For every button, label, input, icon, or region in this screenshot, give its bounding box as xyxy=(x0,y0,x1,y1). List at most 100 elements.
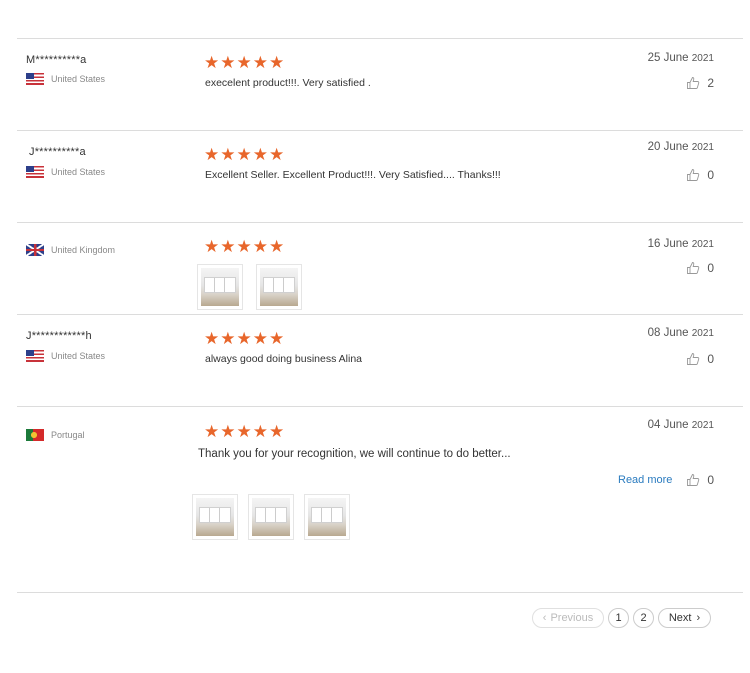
review-date-year: 2021 xyxy=(691,420,714,431)
reviewer-country: United States xyxy=(26,349,105,362)
review-date-year: 2021 xyxy=(691,53,714,64)
review-date: 08 June 2021 xyxy=(648,327,714,339)
star-icon: ★ xyxy=(204,237,220,256)
star-icon: ★ xyxy=(204,329,220,348)
thumbs-up-icon[interactable] xyxy=(686,76,700,90)
review-date-day: 20 June xyxy=(647,141,689,153)
review-date-year: 2021 xyxy=(691,239,714,250)
review-text: Thank you for your recognition, we will … xyxy=(198,448,511,460)
review-date: 20 June 2021 xyxy=(648,141,714,153)
like-count: 0 xyxy=(707,352,714,366)
review-date: 04 June 2021 xyxy=(648,419,714,431)
review-text: execelent product!!!. Very satisfied . xyxy=(205,77,371,89)
flag-us-icon xyxy=(26,349,44,362)
like-count: 0 xyxy=(707,168,714,182)
like-count: 0 xyxy=(707,261,714,275)
review-photo[interactable] xyxy=(304,494,350,540)
star-icon: ★ xyxy=(204,145,220,164)
star-icon: ★ xyxy=(269,237,285,256)
like-button[interactable]: 0 xyxy=(686,168,714,182)
review-photo[interactable] xyxy=(248,494,294,540)
star-icon: ★ xyxy=(236,53,252,72)
thumbs-up-icon[interactable] xyxy=(686,168,700,182)
page-button-1[interactable]: 1 xyxy=(608,608,629,628)
reviewer-name: J**********a xyxy=(29,146,86,158)
star-icon: ★ xyxy=(236,237,252,256)
previous-page-button[interactable]: ‹ Previous xyxy=(532,608,604,628)
read-more-link[interactable]: Read more xyxy=(618,474,672,486)
star-icon: ★ xyxy=(252,329,268,348)
reviewer-name: M**********a xyxy=(26,54,87,66)
divider xyxy=(17,592,743,593)
country-label: United Kingdom xyxy=(51,244,116,255)
star-icon: ★ xyxy=(269,422,285,441)
star-icon: ★ xyxy=(220,237,236,256)
previous-label: Previous xyxy=(550,612,594,624)
like-count: 2 xyxy=(707,76,714,90)
star-icon: ★ xyxy=(252,145,268,164)
flag-uk-icon xyxy=(26,243,44,256)
thumbs-up-icon[interactable] xyxy=(686,352,700,366)
star-icon: ★ xyxy=(269,329,285,348)
review-photo[interactable] xyxy=(256,264,302,310)
star-rating: ★ ★ ★ ★ ★ xyxy=(204,423,284,440)
divider xyxy=(17,130,743,131)
star-icon: ★ xyxy=(252,237,268,256)
divider xyxy=(17,314,743,315)
reviewer-name: J************h xyxy=(26,330,92,342)
star-rating: ★ ★ ★ ★ ★ xyxy=(204,330,284,347)
star-icon: ★ xyxy=(220,145,236,164)
star-icon: ★ xyxy=(269,145,285,164)
divider xyxy=(17,222,743,223)
star-icon: ★ xyxy=(204,422,220,441)
page-button-2[interactable]: 2 xyxy=(633,608,654,628)
star-rating: ★ ★ ★ ★ ★ xyxy=(204,146,284,163)
reviewer-country: United States xyxy=(26,72,105,85)
review-date: 16 June 2021 xyxy=(648,238,714,250)
reviewer-country: United Kingdom xyxy=(26,243,115,256)
chevron-right-icon: › xyxy=(696,612,701,624)
star-icon: ★ xyxy=(236,422,252,441)
star-icon: ★ xyxy=(252,422,268,441)
review-photo[interactable] xyxy=(197,264,243,310)
flag-us-icon xyxy=(26,72,44,85)
flag-us-icon xyxy=(26,165,44,178)
like-button[interactable]: 0 xyxy=(686,473,714,487)
review-date-day: 16 June xyxy=(647,238,689,250)
star-rating: ★ ★ ★ ★ ★ xyxy=(204,54,284,71)
star-icon: ★ xyxy=(220,53,236,72)
review-date-day: 04 June xyxy=(647,419,689,431)
star-icon: ★ xyxy=(252,53,268,72)
like-button[interactable]: 0 xyxy=(686,261,714,275)
review-date-year: 2021 xyxy=(691,328,714,339)
pagination: ‹ Previous 1 2 Next › xyxy=(532,608,711,628)
star-icon: ★ xyxy=(236,145,252,164)
next-page-button[interactable]: Next › xyxy=(658,608,711,628)
star-icon: ★ xyxy=(236,329,252,348)
star-icon: ★ xyxy=(269,53,285,72)
divider xyxy=(17,38,743,39)
star-icon: ★ xyxy=(204,53,220,72)
like-count: 0 xyxy=(707,473,714,487)
country-label: United States xyxy=(51,166,106,177)
thumbs-up-icon[interactable] xyxy=(686,473,700,487)
country-label: United States xyxy=(51,350,106,361)
like-button[interactable]: 2 xyxy=(686,76,714,90)
reviewer-country: Portugal xyxy=(26,428,85,441)
flag-pt-icon xyxy=(26,428,44,441)
star-rating: ★ ★ ★ ★ ★ xyxy=(204,238,284,255)
chevron-left-icon: ‹ xyxy=(542,612,547,624)
review-photos xyxy=(192,494,350,540)
country-label: Portugal xyxy=(51,429,85,440)
review-photo[interactable] xyxy=(192,494,238,540)
review-text: Excellent Seller. Excellent Product!!!. … xyxy=(205,169,501,181)
review-text: always good doing business Alina xyxy=(205,353,363,365)
star-icon: ★ xyxy=(220,329,236,348)
review-date: 25 June 2021 xyxy=(648,52,714,64)
like-button[interactable]: 0 xyxy=(686,352,714,366)
thumbs-up-icon[interactable] xyxy=(686,261,700,275)
review-photos xyxy=(197,264,302,310)
next-label: Next xyxy=(668,612,692,624)
review-date-day: 25 June xyxy=(647,52,689,64)
country-label: United States xyxy=(51,73,106,84)
